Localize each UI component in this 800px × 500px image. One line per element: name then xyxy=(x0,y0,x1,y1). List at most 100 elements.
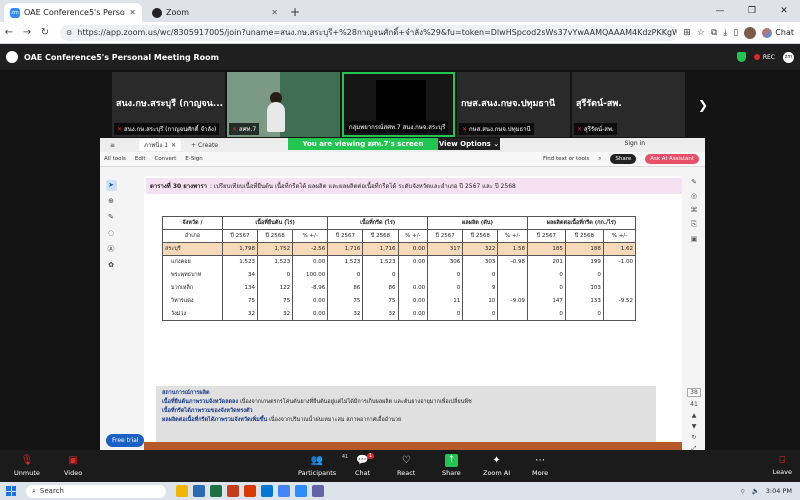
browser-tab-conference[interactable]: zm OAE Conference5's Personal M ✕ xyxy=(4,3,142,22)
edit-pdf-icon[interactable]: ✎ xyxy=(691,178,697,186)
table-caption-rest: : เปรียบเทียบเนื้อที่ยืนต้น เนื้อที่กรีด… xyxy=(210,183,516,190)
zoom-in-icon[interactable]: ⊕ xyxy=(106,196,117,207)
profile-avatar[interactable] xyxy=(744,26,757,39)
zoom-ai-button[interactable]: ✦ Zoom AI xyxy=(483,454,510,477)
downloads-icon[interactable]: ⤓ xyxy=(723,28,727,38)
chat-button[interactable]: 💬 1 Chat xyxy=(355,453,375,477)
browser-tab-bar: zm OAE Conference5's Personal M ✕ Zoom ✕… xyxy=(0,0,800,22)
value-cell: 0.00 xyxy=(292,255,329,269)
value-cell: 188 xyxy=(564,242,604,256)
value-cell: 1,523 xyxy=(257,255,294,269)
zoom-app-icon[interactable] xyxy=(295,485,307,497)
menu-convert[interactable]: Convert xyxy=(155,156,177,162)
value-cell: -8.96 xyxy=(292,281,329,295)
stamp-icon[interactable]: ✿ xyxy=(106,260,117,271)
more-button[interactable]: ⋯ More xyxy=(532,454,548,477)
minimize-button[interactable]: — xyxy=(704,0,736,22)
table-row: วิหารแดง 75 75 0.00 75 75 0.00 11 10 -9.09 147 133-… xyxy=(162,294,637,308)
participant-tile[interactable]: กษส.สนง.กษจ.ปทุมธานี ✕ กษส.สนง.กษจ.ปทุมธ… xyxy=(457,72,570,137)
next-participants-icon[interactable]: ❯ xyxy=(698,98,708,112)
participant-tile-active-speaker[interactable]: กลุ่มพยากรณ์สศท.7 สนง.กษจ.สระบุรี xyxy=(342,72,455,137)
video-button[interactable]: ▣ Video xyxy=(64,454,82,477)
security-shield-icon[interactable] xyxy=(736,52,746,62)
powerpoint-icon[interactable] xyxy=(227,485,239,497)
find-text-field[interactable]: Find text or tools xyxy=(543,156,589,162)
excel-icon[interactable] xyxy=(210,485,222,497)
react-button[interactable]: ♡ React xyxy=(397,454,415,477)
view-options-button[interactable]: View Options ⌄ xyxy=(438,138,500,150)
zoom-account-avatar[interactable]: zm xyxy=(783,51,794,63)
pen-icon[interactable]: ✎ xyxy=(106,212,117,223)
current-page-field[interactable]: 38 xyxy=(687,388,701,397)
back-icon[interactable]: ← xyxy=(0,27,18,38)
search-icon[interactable]: ⌕ xyxy=(598,156,601,163)
attachment-icon[interactable]: ⎘ xyxy=(691,220,697,229)
pages-icon[interactable]: ▣ xyxy=(691,235,698,243)
reload-icon[interactable]: ↻ xyxy=(36,27,54,38)
bookmark-star-icon[interactable]: ☆ xyxy=(697,28,705,38)
extensions-icon[interactable]: ⧉ xyxy=(711,28,717,38)
network-icon[interactable]: ⌔ xyxy=(740,487,746,496)
unmute-button[interactable]: 🎙 Unmute xyxy=(14,454,40,477)
taskbar-search[interactable]: ⌕ Search xyxy=(26,484,166,498)
close-window-button[interactable]: ✕ xyxy=(768,0,800,22)
value-cell: 1,752 xyxy=(257,242,294,256)
volume-icon[interactable]: 🔈 xyxy=(752,487,760,495)
word-icon[interactable] xyxy=(193,485,205,497)
table-row: วังม่วง 32 32 0.00 32 32 0.00 0 0 0 0 xyxy=(162,307,637,321)
value-cell: 0.00 xyxy=(292,294,329,308)
acrobat-document-tab[interactable]: ภาพนิ่ง 1 ✕ xyxy=(139,139,182,151)
browser-tab-zoom[interactable]: Zoom ✕ xyxy=(146,3,284,22)
comment-icon[interactable]: ◎ xyxy=(691,192,697,200)
menu-all-tools[interactable]: All tools xyxy=(104,156,126,162)
forward-icon[interactable]: → xyxy=(18,27,36,38)
leave-button[interactable]: ⍈ Leave xyxy=(773,455,792,476)
acrobat-menu-icon[interactable]: ≡ xyxy=(106,142,119,149)
translate-icon[interactable]: ⊞ xyxy=(683,28,691,38)
close-tab-icon[interactable]: ✕ xyxy=(271,8,278,17)
site-info-icon[interactable]: ⚙ xyxy=(66,29,72,37)
menu-e-sign[interactable]: E-Sign xyxy=(185,156,202,162)
text-box-icon[interactable]: Ⓐ xyxy=(106,244,117,255)
lasso-icon[interactable]: ◌ xyxy=(106,228,117,239)
windows-start-icon[interactable] xyxy=(6,486,16,496)
subheader-cell: % +/- xyxy=(497,229,528,243)
value-cell: 1,716 xyxy=(327,242,364,256)
clock-time[interactable]: 3:04 PM xyxy=(766,487,792,495)
sidebar-icon[interactable]: ▯ xyxy=(733,28,738,38)
select-cursor-icon[interactable]: ➤ xyxy=(105,180,117,191)
bookmark-icon[interactable]: ⌘ xyxy=(691,206,698,214)
chrome-icon[interactable] xyxy=(278,485,290,497)
new-tab-button[interactable]: + xyxy=(290,5,300,19)
value-cell: 0 xyxy=(526,281,566,295)
free-trial-button[interactable]: Free trial xyxy=(106,434,145,447)
subheader-cell: ปี 2568 xyxy=(257,229,294,243)
copilot-chat-button[interactable]: Chat xyxy=(762,27,794,38)
participants-button[interactable]: 👥 41 Participants xyxy=(298,454,348,477)
menu-edit[interactable]: Edit xyxy=(135,156,146,162)
teams-icon[interactable] xyxy=(312,485,324,497)
url-field[interactable]: ⚙ https://app.zoom.us/wc/8305917005/join… xyxy=(60,24,678,41)
value-cell: 199 xyxy=(564,255,604,269)
file-explorer-icon[interactable] xyxy=(176,485,188,497)
acrobat-icon[interactable] xyxy=(244,485,256,497)
close-tab-icon[interactable]: ✕ xyxy=(129,8,136,17)
share-button[interactable]: ↑ Share xyxy=(442,454,461,477)
ask-ai-assistant-button[interactable]: Ask AI Assistant xyxy=(645,154,699,164)
close-document-icon[interactable]: ✕ xyxy=(171,142,176,149)
value-cell: 0 xyxy=(462,268,499,282)
participant-tile[interactable]: สนง.กษ.สระบุรี (กาญจน... ✕ สนง.กษ.สระบุร… xyxy=(112,72,225,137)
sign-in-link[interactable]: Sign in xyxy=(625,140,645,147)
recording-indicator[interactable]: REC xyxy=(753,54,775,61)
participants-label: Participants xyxy=(298,469,337,477)
rotate-icon[interactable]: ↻ xyxy=(691,434,696,441)
value-cell: 0.00 xyxy=(397,242,429,256)
page-up-icon[interactable]: ▲ xyxy=(692,412,697,419)
participant-tile-video[interactable]: ✕ สศท.7 xyxy=(227,72,340,137)
participant-tile[interactable]: สุรีรัตน์-สพ. ✕ สุรีรัตน์-สพ. xyxy=(572,72,685,137)
page-down-icon[interactable]: ▼ xyxy=(692,423,697,430)
edge-icon[interactable] xyxy=(261,485,273,497)
create-button[interactable]: + Create xyxy=(187,142,222,149)
acrobat-share-button[interactable]: Share xyxy=(610,154,637,164)
restore-button[interactable]: ❐ xyxy=(736,0,768,22)
